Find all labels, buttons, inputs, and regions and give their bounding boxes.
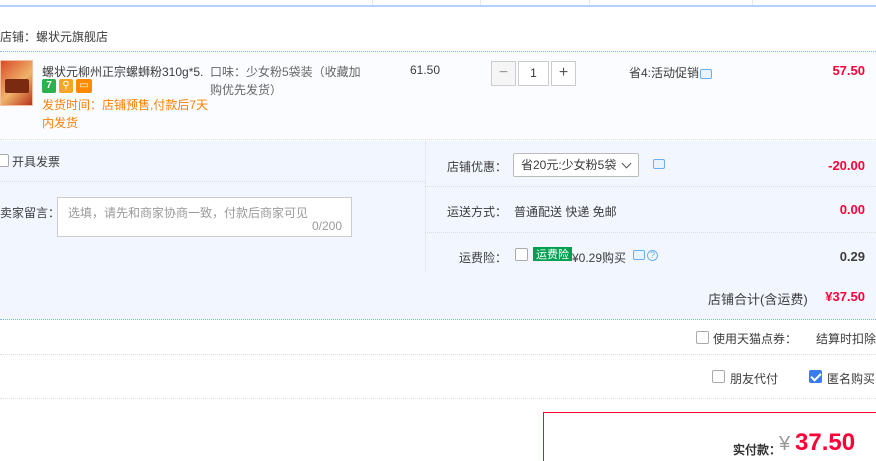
shop-coupon-amount: -20.00 — [828, 158, 865, 173]
quantity-decrease-button[interactable]: − — [491, 61, 516, 86]
shop-total-label: 店铺合计(含运费) — [708, 292, 808, 307]
order-confirm-page: 店铺：螺状元旗舰店 螺状元柳州正宗螺蛳粉310g*5... 7 ⚲ ▭ 发货时间… — [0, 0, 876, 461]
quantity-increase-button[interactable]: + — [551, 61, 576, 86]
insurance-price: ¥0.29购买 — [572, 251, 627, 265]
payment-amount: 37.50 — [795, 429, 856, 456]
message-char-count: 0/200 — [312, 219, 343, 233]
shop-name[interactable]: 店铺：螺状元旗舰店 — [0, 28, 108, 45]
guarantee-icon[interactable]: ⚲ — [59, 79, 73, 93]
shop-coupon-select[interactable]: 省20元:少女粉5袋 — [513, 153, 639, 177]
friend-pay-checkbox[interactable] — [712, 370, 725, 383]
item-subtotal: 57.50 — [832, 63, 865, 78]
unit-price: 61.50 — [410, 63, 441, 77]
friend-pay-label[interactable]: 朋友代付 — [730, 370, 778, 387]
promotion-text: 省4:活动促销 — [629, 66, 700, 80]
shop-total-value: ¥37.50 — [825, 289, 865, 304]
tmall-points-label[interactable]: 使用天猫点券： — [713, 330, 797, 347]
ship-time-note: 发货时间：店铺预售,付款后7天内发货 — [42, 98, 209, 130]
shipping-label: 运送方式： — [447, 205, 508, 219]
message-label: 给卖家留言： — [0, 206, 61, 220]
insurance-tag: 运费险 — [533, 247, 572, 261]
shop-coupon-value: 省20元:少女粉5袋 — [521, 158, 617, 172]
help-icon[interactable]: ? — [647, 250, 658, 261]
payment-label: 实付款： — [733, 443, 782, 457]
card-pay-icon[interactable]: ▭ — [76, 79, 92, 93]
quantity-input[interactable]: 1 — [518, 61, 549, 86]
product-sku: 口味：少女粉5袋装（收藏加购优先发货） — [210, 65, 361, 97]
invoice-label[interactable]: 开具发票 — [12, 153, 60, 170]
payment-currency: ¥ — [779, 433, 791, 455]
insurance-checkbox[interactable] — [515, 248, 528, 261]
chat-icon[interactable] — [700, 69, 712, 79]
invoice-section — [0, 141, 425, 182]
anonymous-label[interactable]: 匿名购买 — [827, 370, 875, 387]
tmall-points-checkbox[interactable] — [696, 331, 709, 344]
chat-icon[interactable] — [633, 250, 645, 260]
chevron-down-icon — [621, 158, 632, 169]
product-thumbnail[interactable] — [0, 60, 33, 106]
shipping-amount: 0.00 — [839, 202, 865, 217]
product-title[interactable]: 螺状元柳州正宗螺蛳粉310g*5... — [42, 63, 204, 80]
seven-day-return-icon[interactable]: 7 — [42, 79, 56, 93]
message-placeholder: 选填，请先和商家协商一致，付款后商家可见 — [68, 206, 309, 220]
shop-coupon-label: 店铺优惠： — [447, 160, 508, 174]
shipping-method: 普通配送 快递 免邮 — [514, 205, 617, 219]
chat-icon[interactable] — [653, 159, 665, 169]
insurance-amount: 0.29 — [839, 249, 865, 264]
insurance-label: 运费险： — [459, 251, 508, 265]
anonymous-checkbox[interactable] — [809, 370, 822, 383]
table-header-strip — [0, 0, 876, 7]
invoice-checkbox[interactable] — [0, 154, 9, 167]
tmall-points-note: 结算时扣除 — [816, 332, 876, 346]
